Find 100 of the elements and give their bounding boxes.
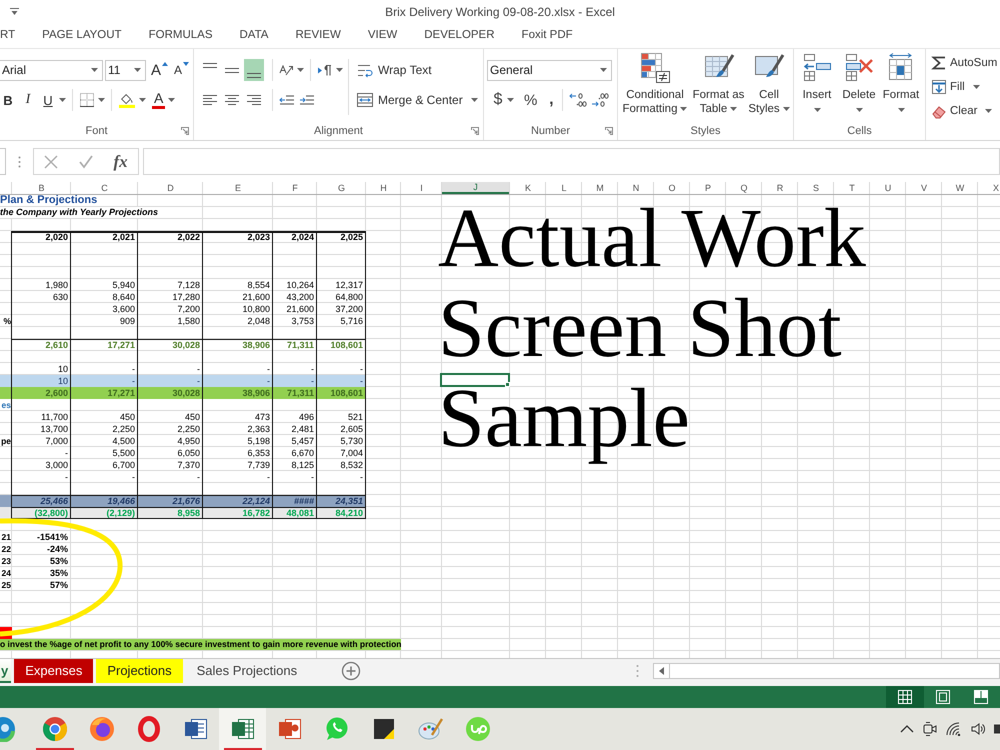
comma-button[interactable]: , (546, 89, 556, 111)
column-header[interactable]: M (582, 182, 618, 194)
dialog-launcher-icon[interactable] (471, 127, 479, 135)
font-name-field[interactable]: Arial (0, 60, 103, 80)
column-header[interactable]: Q (726, 182, 762, 194)
insert-function-button[interactable]: fx (114, 150, 128, 172)
column-header[interactable]: B (12, 182, 71, 194)
menu-tab[interactable]: REVIEW (295, 27, 341, 45)
currency-button[interactable]: $ (492, 89, 504, 111)
sheet-tab[interactable]: Expenses (14, 659, 94, 683)
caret-icon[interactable] (168, 98, 176, 102)
column-header[interactable]: G (317, 182, 366, 194)
column-header[interactable]: I (401, 182, 442, 194)
merge-center-button[interactable]: Merge & Center (355, 89, 480, 111)
bold-button[interactable]: B (0, 89, 16, 111)
delete-button[interactable]: Delete (838, 49, 880, 121)
column-header[interactable]: U (870, 182, 906, 194)
sheet-cell-text: 5,940 (111, 279, 136, 291)
conditional-formatting-button[interactable]: Conditional Formatting (620, 49, 690, 121)
grow-font-button[interactable]: A (151, 59, 168, 81)
menu-tab[interactable]: RT (0, 27, 16, 45)
menu-tab[interactable]: VIEW (368, 27, 398, 45)
paint-bucket-icon[interactable] (118, 92, 136, 108)
dialog-launcher-icon[interactable] (181, 127, 189, 135)
column-header[interactable]: J (442, 182, 509, 194)
column-header[interactable]: D (138, 182, 203, 194)
caret-icon[interactable] (507, 98, 514, 102)
grip-icon[interactable] (18, 156, 21, 168)
dialog-launcher-icon[interactable] (605, 127, 613, 135)
bottom-align-button[interactable] (244, 59, 264, 81)
font-size-field[interactable]: 11 (105, 60, 146, 80)
column-header[interactable]: W (942, 182, 978, 194)
speaker-icon[interactable] (971, 722, 985, 736)
format-as-table-button[interactable]: Format as Table (690, 49, 747, 121)
grip-icon[interactable] (636, 664, 639, 678)
percent-button[interactable]: % (524, 89, 538, 111)
clear-button[interactable]: Clear (926, 100, 992, 122)
sheet-cell-text: 10,800 (241, 303, 271, 315)
column-header[interactable]: S (798, 182, 834, 194)
italic-button[interactable]: I (20, 89, 36, 111)
column-header[interactable]: N (618, 182, 654, 194)
text-angle-icon[interactable] (279, 64, 294, 76)
shrink-font-button[interactable]: A (174, 59, 190, 81)
column-header[interactable]: V (906, 182, 942, 194)
sheet-cell-text: es (0, 399, 12, 411)
caret-icon[interactable] (297, 68, 304, 72)
menu-tab[interactable]: DATA (240, 27, 268, 45)
borders-icon[interactable] (79, 92, 95, 108)
cell-styles-button[interactable]: Cell Styles (747, 49, 791, 121)
sheet-cell-text: 2,025 (339, 231, 364, 243)
insert-button[interactable]: Insert (796, 49, 838, 121)
caret-icon[interactable] (139, 98, 146, 102)
decrease-decimal-icon[interactable] (591, 92, 610, 108)
normal-view-button[interactable] (886, 686, 924, 708)
sheet-cell-text: 16,782 (241, 507, 271, 519)
caret-icon (134, 68, 141, 72)
customize-toolbar-icon[interactable] (10, 8, 19, 16)
fill-button[interactable]: Fill (926, 76, 980, 98)
sheet-tab[interactable]: Sales Projections (186, 659, 308, 683)
horizontal-scrollbar[interactable] (653, 663, 1000, 679)
column-header[interactable]: C (71, 182, 138, 194)
column-header[interactable]: E (203, 182, 273, 194)
column-header[interactable]: R (762, 182, 798, 194)
menu-tab[interactable]: Foxit PDF (522, 27, 573, 45)
font-color-button[interactable]: A (152, 89, 166, 111)
battery-icon[interactable] (994, 722, 1000, 736)
column-header[interactable]: F (273, 182, 317, 194)
caret-icon[interactable] (98, 98, 105, 102)
autosum-button[interactable]: AutoSum (926, 52, 998, 74)
wrap-text-button[interactable]: Wrap Text (355, 59, 434, 81)
wifi-icon[interactable] (946, 722, 962, 736)
column-header[interactable]: K (510, 182, 546, 194)
paragraph-direction-icon[interactable] (317, 64, 333, 76)
number-format-field[interactable]: General (487, 60, 612, 80)
chevron-up-icon[interactable] (900, 725, 914, 733)
menu-tab[interactable]: DEVELOPER (424, 27, 495, 45)
column-header[interactable]: L (546, 182, 582, 194)
formula-field[interactable] (143, 148, 1000, 175)
name-box-field[interactable] (0, 148, 6, 175)
column-header[interactable]: O (654, 182, 690, 194)
increase-decimal-icon[interactable] (569, 92, 588, 108)
column-header[interactable]: P (690, 182, 726, 194)
add-sheet-button[interactable] (341, 661, 362, 681)
menu-tab[interactable]: FORMULAS (148, 27, 212, 45)
camera-icon[interactable] (923, 721, 937, 737)
format-button[interactable]: Format (880, 49, 922, 121)
taskbar-button[interactable] (219, 708, 266, 750)
caret-icon[interactable] (336, 68, 343, 72)
page-icon (936, 690, 950, 704)
underline-button[interactable]: U (40, 89, 56, 111)
sheet-tab[interactable]: Projections (96, 659, 183, 683)
menu-tab[interactable]: PAGE LAYOUT (42, 27, 122, 45)
column-header[interactable]: X (978, 182, 1000, 194)
check-icon[interactable] (78, 154, 93, 168)
sheet-tab[interactable]: y (0, 659, 12, 683)
decrease-indent-icon[interactable] (279, 95, 295, 105)
increase-indent-icon[interactable] (299, 95, 315, 105)
column-header[interactable]: H (366, 182, 401, 194)
column-header[interactable]: T (834, 182, 870, 194)
caret-icon[interactable] (59, 98, 66, 102)
